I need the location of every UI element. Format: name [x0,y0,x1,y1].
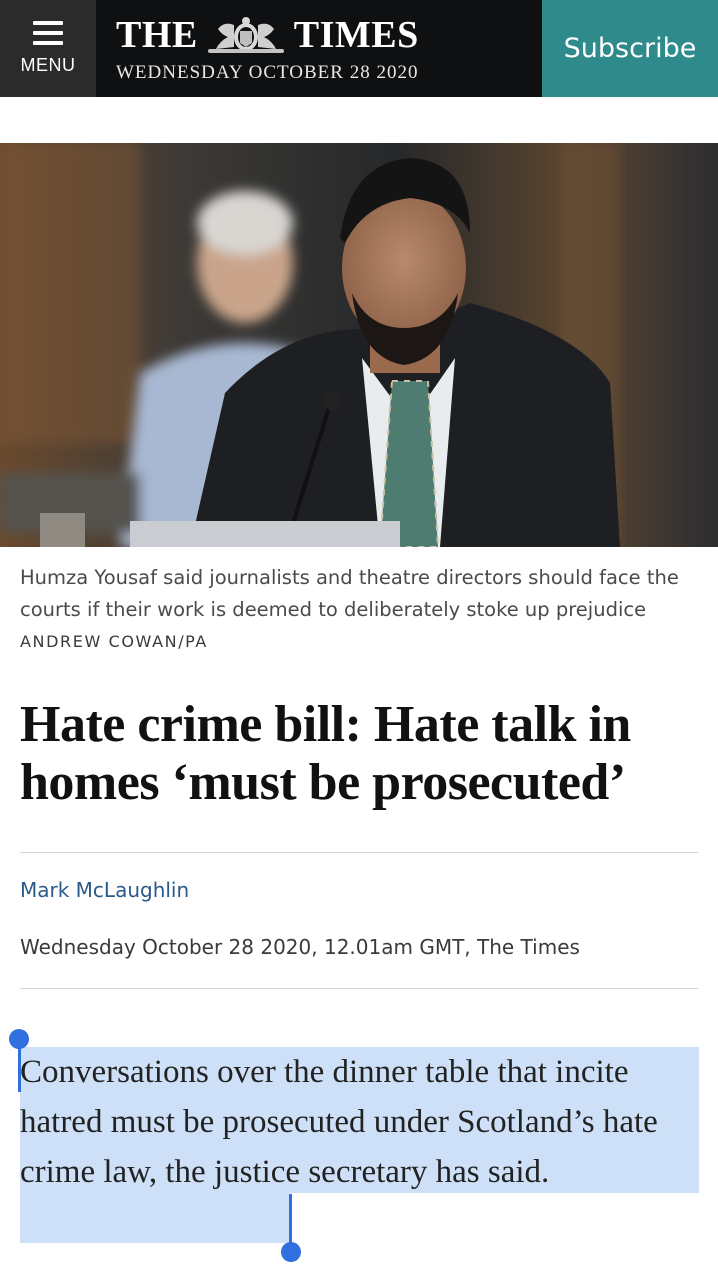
site-header: MENU THE TIMES WEDNESDAY OCTOBER 28 2020… [0,0,718,97]
hamburger-icon [33,21,63,45]
logo-word-the: THE [116,14,198,56]
text-selection-highlight [20,1193,290,1243]
logo[interactable]: THE TIMES [116,12,542,58]
hero-photo [0,143,718,547]
photo-credit: ANDREW COWAN/PA [20,632,208,651]
subscribe-button[interactable]: Subscribe [542,0,718,97]
article-headline: Hate crime bill: Hate talk in homes ‘mus… [20,696,631,811]
divider [20,852,698,853]
selection-end-caret [289,1194,292,1248]
masthead-date: WEDNESDAY OCTOBER 28 2020 [116,62,419,83]
menu-label: MENU [20,55,76,75]
author-link[interactable]: Mark McLaughlin [20,878,189,902]
selection-start-caret [18,1040,21,1092]
divider [20,988,698,989]
article-body-paragraph[interactable]: Conversations over the dinner table that… [20,1047,710,1197]
image-caption: Humza Yousaf said journalists and theatr… [20,566,679,621]
selection-end-handle[interactable] [281,1242,301,1262]
hero-image[interactable] [0,143,718,547]
publish-date: Wednesday October 28 2020, 12.01am GMT, … [20,935,580,959]
masthead[interactable]: THE TIMES WEDNESDAY OCTOBER 28 2020 [96,0,542,97]
menu-button[interactable]: MENU [0,0,96,97]
royal-crest-icon [207,17,284,53]
logo-word-times: TIMES [293,14,419,56]
